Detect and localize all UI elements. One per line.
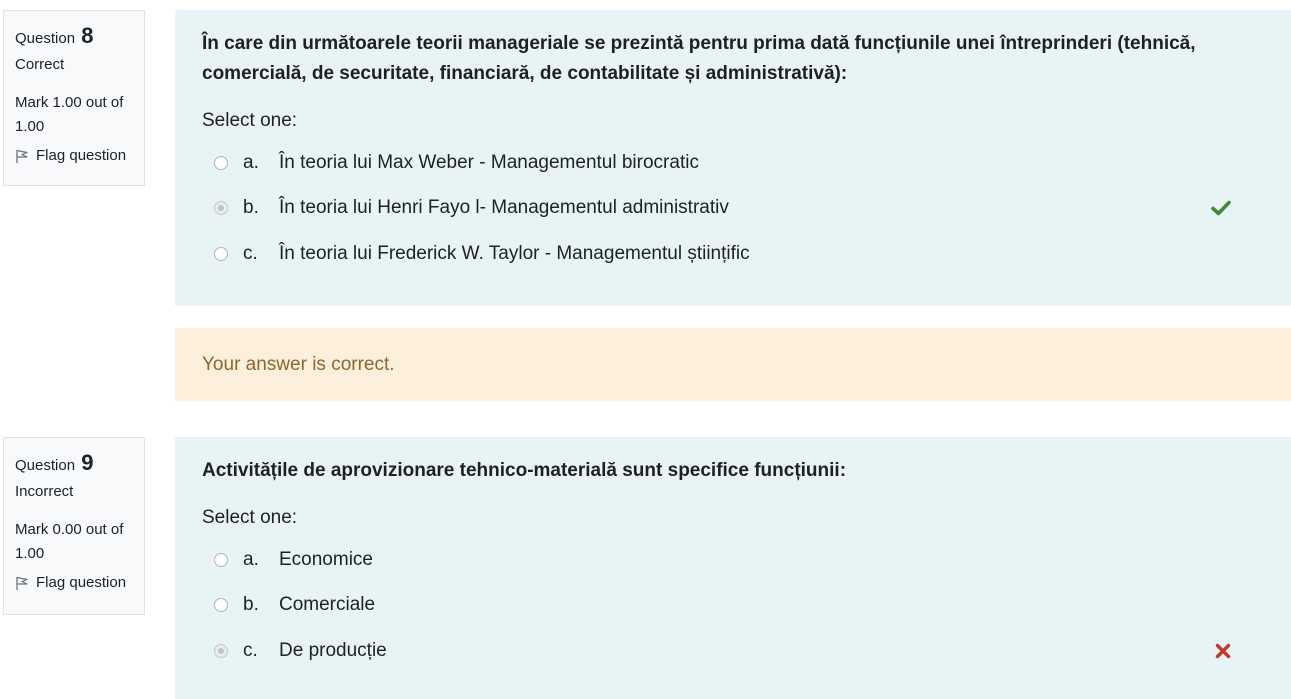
question-state: Incorrect <box>15 483 74 500</box>
radio-button[interactable] <box>214 155 228 170</box>
answer-option-b[interactable]: b. Comerciale <box>202 583 1264 629</box>
radio-button-selected[interactable] <box>214 201 228 216</box>
option-text: În teoria lui Max Weber - Managementul b… <box>279 151 699 173</box>
question-number: Question 8 <box>15 19 134 53</box>
question-text: Activitățile de aprovizionare tehnico-ma… <box>202 460 847 481</box>
question-label: Question <box>15 457 76 474</box>
question-number: Question 9 <box>15 446 134 480</box>
feedback-box: Your answer is correct. <box>175 328 1291 401</box>
option-letter: b. <box>243 197 259 219</box>
radio-button-selected[interactable] <box>214 643 228 658</box>
cross-icon <box>1215 643 1231 658</box>
question-grade: Mark 1.00 out of 1.00 <box>15 94 124 135</box>
question-info: Question 9 Incorrect Mark 0.00 out of 1.… <box>3 437 145 615</box>
answer-option-a[interactable]: a. În teoria lui Max Weber - Managementu… <box>202 140 1264 186</box>
question-info: Question 8 Correct Mark 1.00 out of 1.00… <box>3 10 145 186</box>
answer-options: a. În teoria lui Max Weber - Managementu… <box>202 140 1264 277</box>
select-prompt: Select one: <box>202 507 298 528</box>
answer-option-b[interactable]: b. În teoria lui Henri Fayo l- Managemen… <box>202 186 1264 232</box>
option-text: Comerciale <box>279 594 376 616</box>
question-state: Correct <box>15 56 65 73</box>
question-label: Question <box>15 30 76 47</box>
question-text: În care din următoarele teorii manageria… <box>202 33 1196 84</box>
flag-question-label: Flag question <box>36 147 127 164</box>
question-grade: Mark 0.00 out of 1.00 <box>15 521 124 562</box>
option-text: În teoria lui Henri Fayo l- Managementul… <box>279 197 729 219</box>
option-text: De producție <box>279 639 387 661</box>
answer-options: a. Economice b. Comerciale c. De producț… <box>202 537 1264 674</box>
option-letter: c. <box>243 639 258 661</box>
select-prompt: Select one: <box>202 110 298 131</box>
radio-button[interactable] <box>214 246 228 261</box>
flag-question-button[interactable]: Flag question <box>15 145 134 167</box>
option-letter: a. <box>243 151 259 173</box>
feedback-text: Your answer is correct. <box>202 353 395 375</box>
flag-question-button[interactable]: Flag question <box>15 572 134 594</box>
flag-icon <box>16 149 28 163</box>
answer-option-c[interactable]: c. În teoria lui Frederick W. Taylor - M… <box>202 231 1264 277</box>
option-letter: a. <box>243 548 259 570</box>
answer-option-a[interactable]: a. Economice <box>202 537 1264 583</box>
option-text: În teoria lui Frederick W. Taylor - Mana… <box>279 242 750 264</box>
answer-option-c[interactable]: c. De producție <box>202 628 1264 674</box>
option-letter: c. <box>243 242 258 264</box>
question-num: 9 <box>81 450 94 475</box>
option-letter: b. <box>243 594 259 616</box>
check-icon <box>1211 200 1231 216</box>
radio-button[interactable] <box>214 552 228 567</box>
option-text: Economice <box>279 548 373 570</box>
flag-icon <box>16 576 28 590</box>
question-formulation: Activitățile de aprovizionare tehnico-ma… <box>175 437 1291 699</box>
radio-button[interactable] <box>214 598 228 613</box>
question-formulation: În care din următoarele teorii manageria… <box>175 10 1291 306</box>
flag-question-label: Flag question <box>36 574 127 591</box>
question-num: 8 <box>81 23 94 48</box>
